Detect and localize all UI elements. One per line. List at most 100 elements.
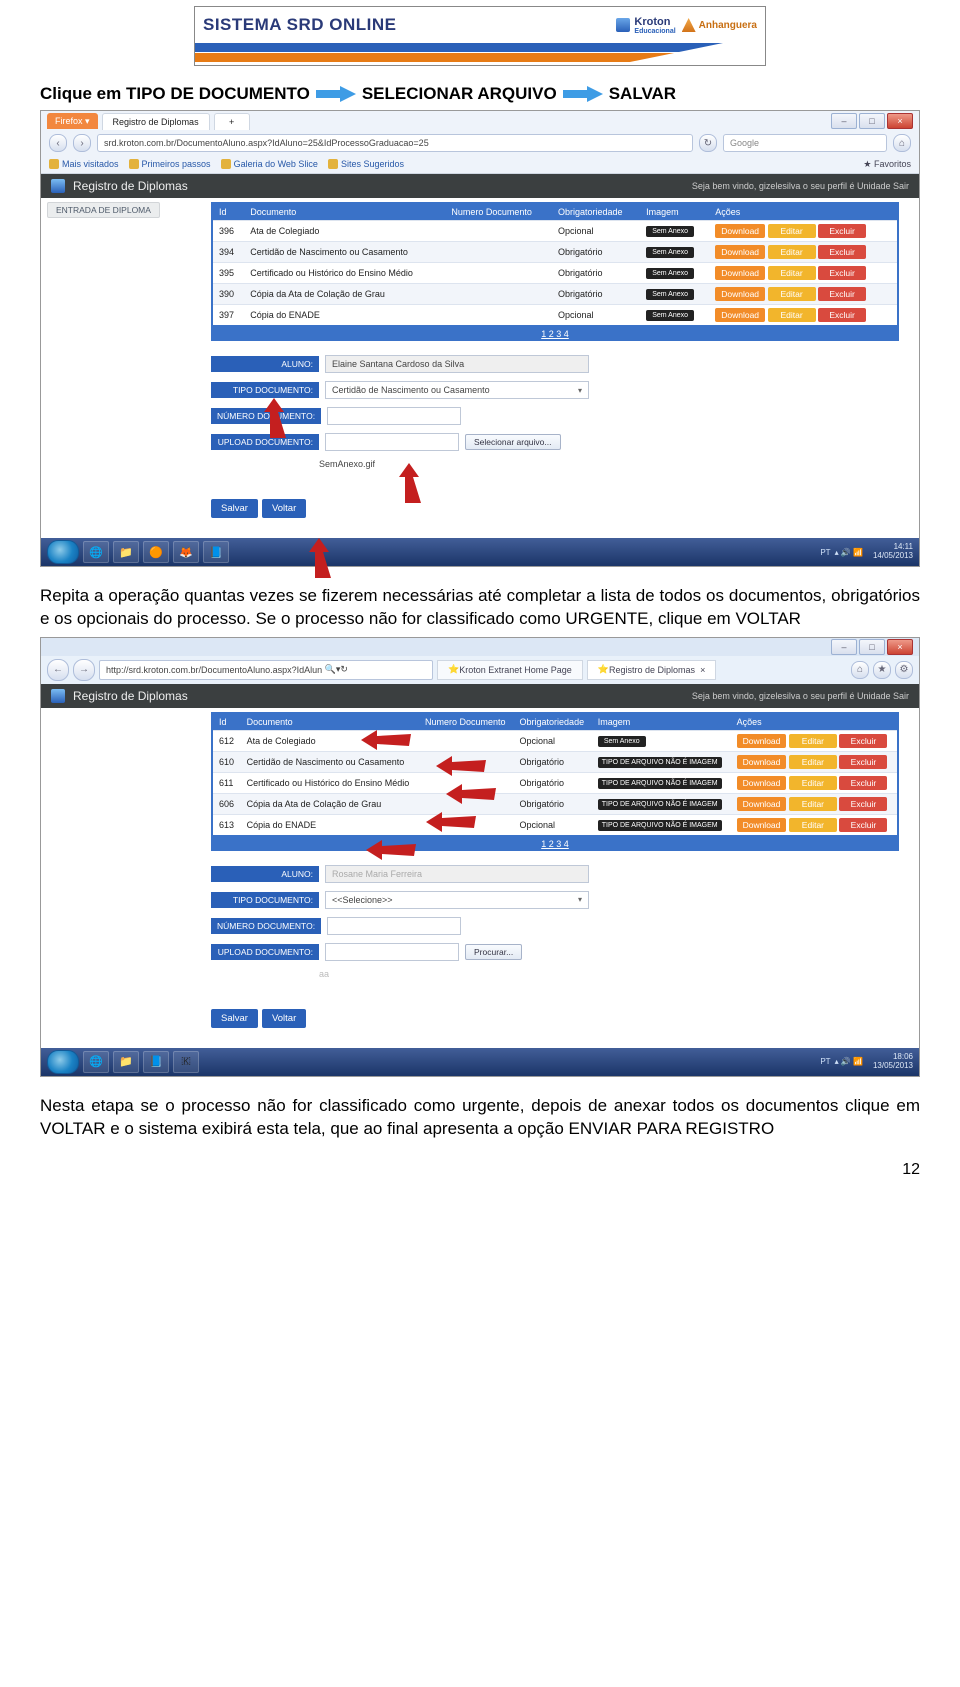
aluno-field: Rosane Maria Ferreira — [325, 865, 589, 883]
nav-back-button[interactable]: ← — [47, 659, 69, 681]
address-bar[interactable]: http://srd.kroton.com.br/DocumentoAluno.… — [99, 660, 433, 680]
systray[interactable]: PT ▴ 🔊 📶 — [820, 1057, 863, 1066]
image-status-badge: Sem Anexo — [646, 289, 694, 300]
delete-button[interactable]: Excluir — [839, 818, 887, 832]
window-min-icon[interactable]: – — [831, 113, 857, 129]
annotation-arrow-icon — [436, 756, 486, 776]
edit-button[interactable]: Editar — [768, 308, 816, 322]
window-max-icon[interactable]: □ — [859, 639, 885, 655]
start-button[interactable] — [47, 1050, 79, 1074]
edit-button[interactable]: Editar — [768, 266, 816, 280]
taskbar-icon[interactable]: 📘 — [143, 1051, 169, 1073]
window-max-icon[interactable]: □ — [859, 113, 885, 129]
home-button[interactable]: ⌂ — [851, 661, 869, 679]
download-button[interactable]: Download — [715, 245, 765, 259]
edit-button[interactable]: Editar — [789, 776, 837, 790]
delete-button[interactable]: Excluir — [839, 797, 887, 811]
edit-button[interactable]: Editar — [789, 734, 837, 748]
delete-button[interactable]: Excluir — [839, 776, 887, 790]
file-path-input[interactable] — [325, 433, 459, 451]
delete-button[interactable]: Excluir — [818, 308, 866, 322]
salvar-button[interactable]: Salvar — [211, 499, 258, 518]
bookmark-item[interactable]: Primeiros passos — [129, 159, 211, 169]
window-close-icon[interactable]: × — [887, 639, 913, 655]
download-button[interactable]: Download — [715, 308, 765, 322]
address-bar[interactable]: srd.kroton.com.br/DocumentoAluno.aspx?Id… — [97, 134, 693, 152]
selecionar-arquivo-button[interactable]: Selecionar arquivo... — [465, 434, 561, 450]
voltar-button[interactable]: Voltar — [262, 1009, 306, 1028]
home-button[interactable]: ⌂ — [893, 134, 911, 152]
numero-documento-input[interactable] — [327, 407, 461, 425]
download-button[interactable]: Download — [737, 734, 787, 748]
bookmark-item[interactable]: Galeria do Web Slice — [221, 159, 318, 169]
taskbar-icon[interactable]: 🦊 — [173, 541, 199, 563]
image-status-badge: TIPO DE ARQUIVO NÃO É IMAGEM — [598, 799, 722, 810]
banner-title: SISTEMA SRD ONLINE — [203, 15, 610, 35]
download-button[interactable]: Download — [737, 818, 787, 832]
favorites-button[interactable]: ★ — [873, 661, 891, 679]
sidebar-item-entrada-diploma[interactable]: ENTRADA DE DIPLOMA — [47, 202, 160, 218]
numero-documento-input[interactable] — [327, 917, 461, 935]
bookmark-item[interactable]: Mais visitados — [49, 159, 119, 169]
col-doc: Documento — [244, 203, 445, 221]
pager[interactable]: 1 2 3 4 — [211, 327, 899, 341]
download-button[interactable]: Download — [737, 797, 787, 811]
browser-tab-active[interactable]: ⭐ Registro de Diplomas × — [587, 660, 717, 680]
taskbar-icon[interactable]: 🟠 — [143, 541, 169, 563]
nav-back-button[interactable]: ‹ — [49, 134, 67, 152]
download-button[interactable]: Download — [715, 287, 765, 301]
annotation-arrow-icon — [301, 538, 337, 578]
edit-button[interactable]: Editar — [789, 755, 837, 769]
procurar-button[interactable]: Procurar... — [465, 944, 522, 960]
tipo-documento-select[interactable]: <<Selecione>> — [325, 891, 589, 909]
bookmark-item[interactable]: Sites Sugeridos — [328, 159, 404, 169]
pager[interactable]: 1 2 3 4 — [211, 837, 899, 851]
delete-button[interactable]: Excluir — [818, 245, 866, 259]
window-close-icon[interactable]: × — [887, 113, 913, 129]
download-button[interactable]: Download — [737, 755, 787, 769]
taskbar-icon[interactable]: 📘 — [203, 541, 229, 563]
nav-fwd-button[interactable]: › — [73, 134, 91, 152]
table-row: 396 Ata de Colegiado Opcional Sem Anexo … — [212, 221, 898, 242]
delete-button[interactable]: Excluir — [818, 266, 866, 280]
file-path-input[interactable] — [325, 943, 459, 961]
start-button[interactable] — [47, 540, 79, 564]
search-box[interactable]: Google — [723, 134, 887, 152]
edit-button[interactable]: Editar — [768, 287, 816, 301]
delete-button[interactable]: Excluir — [818, 287, 866, 301]
col-ac: Ações — [709, 203, 898, 221]
browser-tab[interactable]: ⭐ Kroton Extranet Home Page — [437, 660, 583, 680]
delete-button[interactable]: Excluir — [818, 224, 866, 238]
taskbar-icon[interactable]: 🇰 — [173, 1051, 199, 1073]
taskbar-icon[interactable]: 📁 — [113, 1051, 139, 1073]
delete-button[interactable]: Excluir — [839, 734, 887, 748]
reload-button[interactable]: ↻ — [699, 134, 717, 152]
nav-fwd-button[interactable]: → — [73, 659, 95, 681]
col-id: Id — [212, 203, 244, 221]
download-button[interactable]: Download — [715, 266, 765, 280]
tipo-documento-select[interactable]: Certidão de Nascimento ou Casamento — [325, 381, 589, 399]
download-button[interactable]: Download — [715, 224, 765, 238]
window-min-icon[interactable]: – — [831, 639, 857, 655]
voltar-button[interactable]: Voltar — [262, 499, 306, 518]
edit-button[interactable]: Editar — [789, 818, 837, 832]
col-img: Imagem — [640, 203, 709, 221]
taskbar-icon[interactable]: 🌐 — [83, 1051, 109, 1073]
aluno-field: Elaine Santana Cardoso da Silva — [325, 355, 589, 373]
edit-button[interactable]: Editar — [789, 797, 837, 811]
taskbar-icon[interactable]: 📁 — [113, 541, 139, 563]
delete-button[interactable]: Excluir — [839, 755, 887, 769]
tools-button[interactable]: ⚙ — [895, 661, 913, 679]
taskbar-icon[interactable]: 🌐 — [83, 541, 109, 563]
systray[interactable]: PT ▴ 🔊 📶 — [820, 548, 863, 557]
app-title: Registro de Diplomas — [73, 689, 188, 703]
image-status-badge: TIPO DE ARQUIVO NÃO É IMAGEM — [598, 778, 722, 789]
firefox-menu-button[interactable]: Firefox ▾ — [47, 113, 98, 129]
download-button[interactable]: Download — [737, 776, 787, 790]
new-tab-button[interactable]: + — [214, 113, 250, 130]
salvar-button[interactable]: Salvar — [211, 1009, 258, 1028]
browser-tab[interactable]: Registro de Diplomas — [102, 113, 210, 130]
bookmarks-label: ★ Favoritos — [863, 159, 911, 170]
edit-button[interactable]: Editar — [768, 245, 816, 259]
edit-button[interactable]: Editar — [768, 224, 816, 238]
